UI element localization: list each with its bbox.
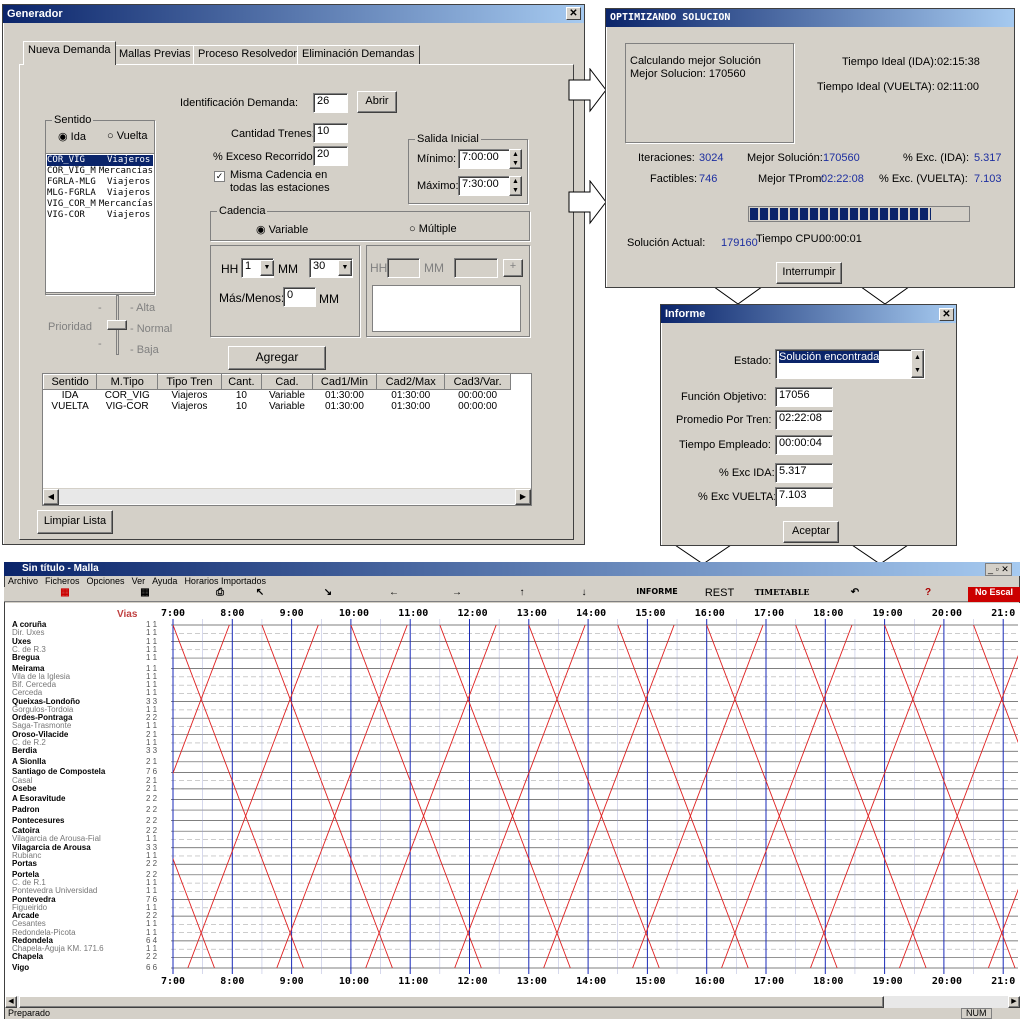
hour-tick-label-bottom: 16:00 [695, 976, 725, 987]
hour-tick-label-bottom: 9:00 [280, 976, 304, 987]
train-path-ida [173, 625, 304, 968]
hour-tick-label-top: 8:00 [220, 608, 244, 619]
train-path-vuelta [10, 625, 140, 968]
status-text: Preparado [8, 1008, 51, 1018]
hour-tick-label-top: 19:00 [873, 608, 903, 619]
train-path-vuelta [173, 625, 230, 775]
hour-tick-label-top: 12:00 [458, 608, 488, 619]
hour-tick-label-bottom: 20:00 [932, 976, 962, 987]
hour-tick-label-bottom: 15:00 [635, 976, 665, 987]
hour-tick-label-top: 13:00 [517, 608, 547, 619]
train-path-ida [173, 857, 215, 968]
train-path-vuelta [810, 625, 942, 968]
train-path-ida [350, 625, 482, 968]
hour-tick-label-top: 7:00 [161, 608, 185, 619]
train-path-vuelta [187, 625, 319, 968]
hour-tick-label-top: 15:00 [635, 608, 665, 619]
train-path-ida [0, 625, 126, 968]
hour-tick-label-bottom: 17:00 [754, 976, 784, 987]
hour-tick-label-bottom: 10:00 [339, 976, 369, 987]
hour-tick-label-bottom: 21:0 [991, 976, 1015, 987]
train-path-vuelta [543, 625, 675, 968]
train-path-ida [706, 625, 838, 968]
hour-tick-label-top: 17:00 [754, 608, 784, 619]
train-path-ida [528, 625, 660, 968]
train-path-vuelta [899, 654, 1018, 968]
hour-tick-label-top: 16:00 [695, 608, 725, 619]
train-path-ida [617, 625, 749, 968]
hour-tick-label-bottom: 13:00 [517, 976, 547, 987]
hour-tick-label-top: 18:00 [813, 608, 843, 619]
num-indicator: NUM [961, 1008, 992, 1019]
train-path-vuelta [365, 625, 497, 968]
scroll-left-icon[interactable]: ◀ [5, 996, 17, 1008]
train-path-vuelta [454, 625, 586, 968]
train-path-ida [439, 625, 571, 968]
malla-chart: 7:00 7:00 8:00 8:00 9:00 9:00 10:00 10:00 11:00 1… [0, 608, 1018, 987]
train-path-vuelta [276, 625, 408, 968]
malla-statusbar: Preparado NUM [5, 1008, 1020, 1019]
train-path-ida [884, 625, 1016, 968]
hour-tick-label-top: 10:00 [339, 608, 369, 619]
hour-tick-label-bottom: 18:00 [813, 976, 843, 987]
hour-tick-label-top: 21:0 [991, 608, 1015, 619]
hour-tick-label-bottom: 19:00 [873, 976, 903, 987]
hour-tick-label-top: 11:00 [398, 608, 428, 619]
train-path-ida [261, 625, 393, 968]
hour-tick-label-top: 20:00 [932, 608, 962, 619]
hour-tick-label-top: 14:00 [576, 608, 606, 619]
hour-tick-label-bottom: 11:00 [398, 976, 428, 987]
scroll-right-icon[interactable]: ▶ [1008, 996, 1020, 1008]
tab-nueva-demanda[interactable]: Nueva Demanda [23, 41, 116, 65]
scroll-thumb[interactable] [19, 996, 884, 1008]
train-path-vuelta [721, 625, 853, 968]
hour-tick-label-bottom: 14:00 [576, 976, 606, 987]
train-path-vuelta [632, 625, 764, 968]
hour-tick-label-bottom: 8:00 [220, 976, 244, 987]
hour-tick-label-top: 9:00 [280, 608, 304, 619]
hour-tick-label-bottom: 12:00 [458, 976, 488, 987]
train-path-ida [795, 625, 927, 968]
train-path-ida [973, 625, 1018, 744]
hour-tick-label-bottom: 7:00 [161, 976, 185, 987]
malla-hscrollbar[interactable]: ◀ ▶ [5, 996, 1020, 1008]
